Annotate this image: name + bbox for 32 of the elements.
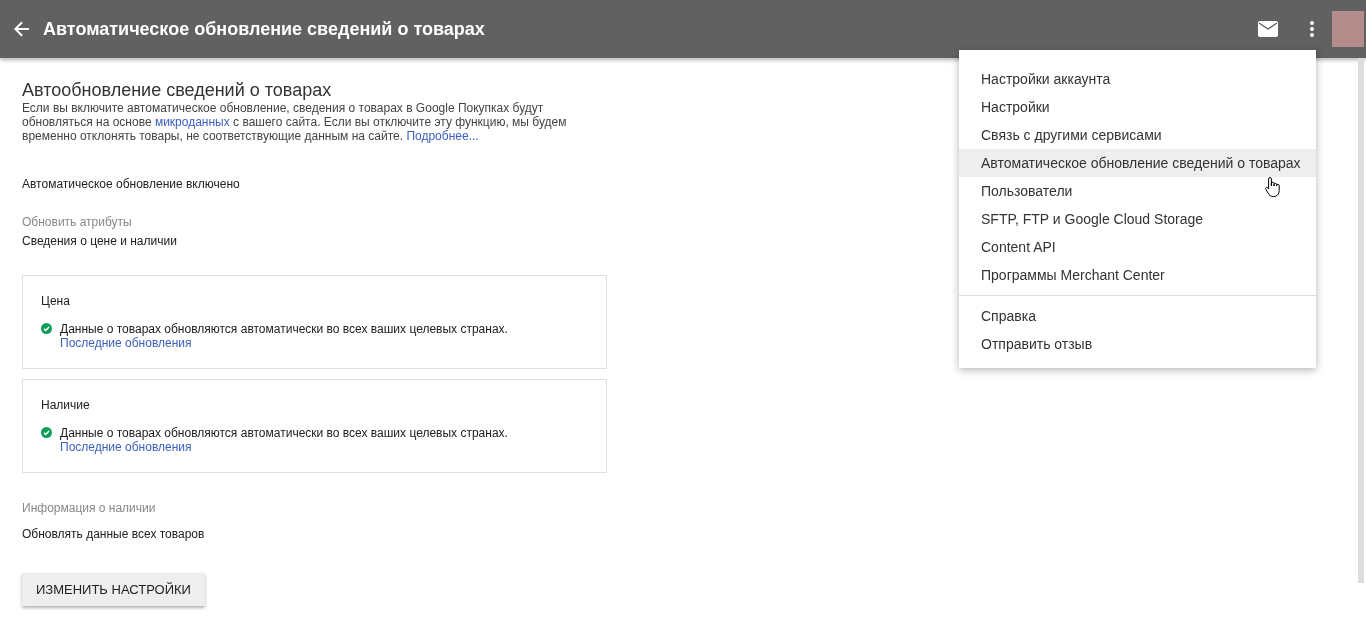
scrollbar[interactable] [1358,58,1364,583]
card-message: Данные о товарах обновляются автоматически во всех ваших целевых странах. [60,322,508,336]
more-vert-icon[interactable] [1310,21,1314,37]
menu-item[interactable]: SFTP, FTP и Google Cloud Storage [959,205,1316,233]
card-title: Цена [41,294,71,308]
menu-item[interactable]: Content API [959,233,1316,261]
menu-item[interactable]: Настройки [959,93,1316,121]
section-heading: Автообновление сведений о товарах [22,80,332,101]
menu-item[interactable]: Автоматическое обновление сведений о товарах [959,149,1316,177]
recent-updates-link[interactable]: Последние обновления [60,440,192,454]
menu-item[interactable]: Справка [959,302,1316,330]
back-arrow-icon[interactable] [14,21,30,37]
hand-cursor-icon [1265,176,1281,198]
change-settings-button[interactable]: ИЗМЕНИТЬ НАСТРОЙКИ [22,573,205,606]
field-label: Обновить атрибуты [22,215,132,229]
recent-updates-link[interactable]: Последние обновления [60,336,192,350]
page-title: Автоматическое обновление сведений о товарах [43,18,485,40]
description-text: Если вы включите автоматическое обновление, сведения о товарах в Google Покупках будут обновляться на основе микроданных с вашего сайта. Если вы отключите эту функцию, мы будем временно отклонять товары, не соответствующие данным на сайте. Подробнее... [22,101,568,143]
menu-item[interactable]: Программы Merchant Center [959,261,1316,289]
text-link[interactable]: микроданных [154,115,230,129]
menu-item[interactable]: Настройки аккаунта [959,65,1316,93]
menu-item[interactable]: Связь с другими сервисами [959,121,1316,149]
card-message: Данные о товарах обновляются автоматически во всех ваших целевых странах. [60,426,508,440]
text-link[interactable]: Подробнее... [406,129,479,143]
menu-item[interactable]: Отправить отзыв [959,330,1316,358]
field-value: Сведения о цене и наличии [22,234,177,248]
menu-item[interactable]: Пользователи [959,177,1316,205]
mail-icon[interactable] [1258,21,1278,37]
card-title: Наличие [41,398,91,412]
field-value: Обновлять данные всех товаров [22,527,205,541]
status-text: Автоматическое обновление включено [22,177,240,191]
field-label: Информация о наличии [22,501,156,515]
